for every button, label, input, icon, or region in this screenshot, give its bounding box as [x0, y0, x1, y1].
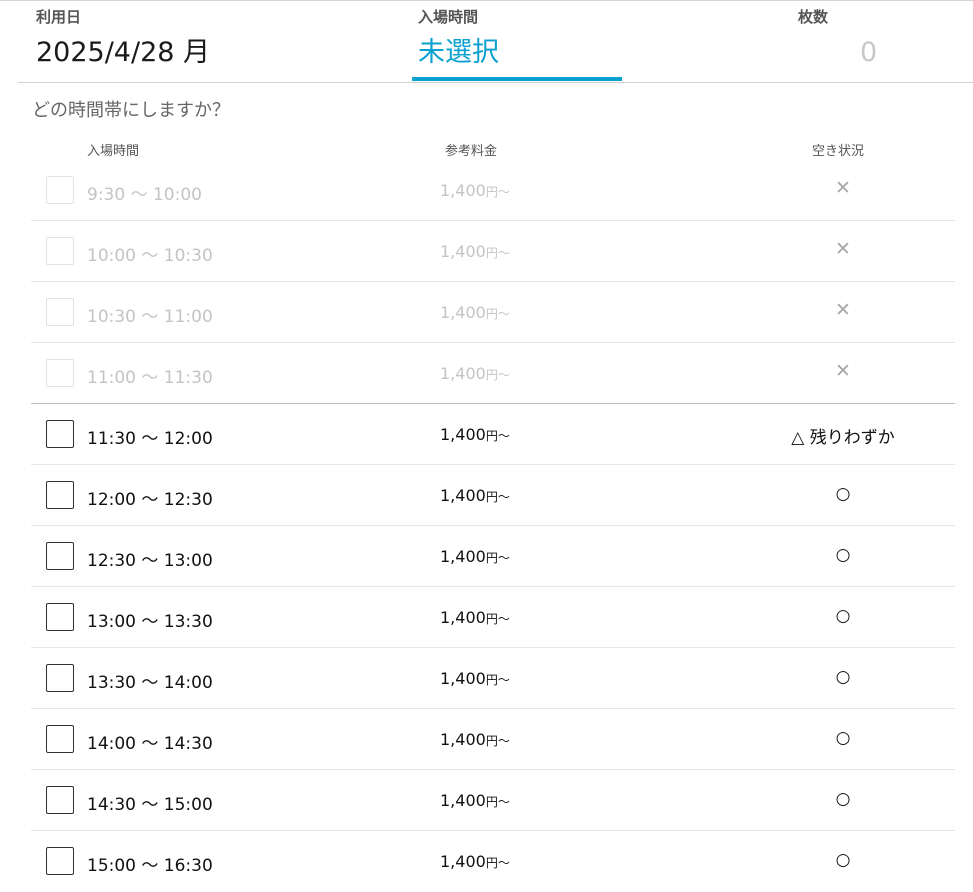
- time-slot-row: 10:00 〜 10:30 1,400円〜 ✕: [31, 221, 955, 282]
- price-amount: 1,400: [440, 608, 486, 627]
- time-slot-time: 10:30 〜 11:00: [87, 307, 213, 327]
- ticket-count-value[interactable]: 0: [860, 34, 877, 72]
- time-slot-price: 1,400円〜: [440, 303, 510, 322]
- time-slot-price: 1,400円〜: [440, 608, 510, 627]
- time-slot-time: 15:00 〜 16:30: [87, 856, 213, 876]
- column-header-price: 参考料金: [445, 144, 498, 159]
- time-slot-row[interactable]: 12:30 〜 13:00 1,400円〜 ○: [31, 526, 955, 587]
- price-amount: 1,400: [440, 547, 486, 566]
- question-heading: どの時間帯にしますか？: [32, 100, 230, 121]
- time-slot-row[interactable]: 11:30 〜 12:00 1,400円〜 △ 残りわずか: [31, 404, 955, 465]
- time-slot-price: 1,400円〜: [440, 547, 510, 566]
- time-slot-price: 1,400円〜: [440, 791, 510, 810]
- time-slot-checkbox[interactable]: [46, 603, 74, 631]
- time-slot-row[interactable]: 13:30 〜 14:00 1,400円〜 ○: [31, 648, 955, 709]
- time-slot-price: 1,400円〜: [440, 181, 510, 200]
- time-slot-checkbox: [46, 176, 74, 204]
- price-unit: 円〜: [485, 246, 510, 260]
- price-unit: 円〜: [485, 368, 510, 382]
- time-slot-row: 11:00 〜 11:30 1,400円〜 ✕: [31, 343, 955, 404]
- time-slot-checkbox[interactable]: [46, 420, 74, 448]
- price-amount: 1,400: [440, 669, 486, 688]
- availability-status-text: ✕: [835, 360, 851, 382]
- time-slot-time: 11:30 〜 12:00: [87, 429, 213, 449]
- time-slot-time: 12:30 〜 13:00: [87, 551, 213, 571]
- time-slot-row[interactable]: 12:00 〜 12:30 1,400円〜 ○: [31, 465, 955, 526]
- summary-divider: [18, 82, 973, 83]
- price-unit: 円〜: [485, 429, 510, 443]
- time-slot-list: 9:30 〜 10:00 1,400円〜 ✕ 10:00 〜 10:30 1,400円〜…: [31, 160, 955, 892]
- time-slot-time: 12:00 〜 12:30: [87, 490, 213, 510]
- price-amount: 1,400: [440, 425, 486, 444]
- availability-status-text: ○: [835, 545, 851, 565]
- price-unit: 円〜: [485, 490, 510, 504]
- price-unit: 円〜: [485, 856, 510, 870]
- price-unit: 円〜: [485, 185, 510, 199]
- availability-status-text: ✕: [835, 177, 851, 199]
- date-label: 利用日: [36, 8, 82, 26]
- price-unit: 円〜: [485, 673, 510, 687]
- time-slot-price: 1,400円〜: [440, 364, 510, 383]
- time-slot-row: 9:30 〜 10:00 1,400円〜 ✕: [31, 160, 955, 221]
- time-slot-checkbox[interactable]: [46, 847, 74, 875]
- availability-status-text: △ 残りわずか: [791, 428, 895, 448]
- entry-time-label: 入場時間: [418, 8, 479, 26]
- price-amount: 1,400: [440, 364, 486, 383]
- time-slot-checkbox[interactable]: [46, 542, 74, 570]
- time-slot-price: 1,400円〜: [440, 486, 510, 505]
- availability-status-text: ○: [835, 728, 851, 748]
- price-amount: 1,400: [440, 486, 486, 505]
- time-slot-price: 1,400円〜: [440, 425, 510, 444]
- time-slot-checkbox: [46, 359, 74, 387]
- time-slot-row[interactable]: 14:00 〜 14:30 1,400円〜 ○: [31, 709, 955, 770]
- time-slot-row[interactable]: 13:00 〜 13:30 1,400円〜 ○: [31, 587, 955, 648]
- time-slot-price: 1,400円〜: [440, 242, 510, 261]
- time-slot-checkbox: [46, 237, 74, 265]
- price-amount: 1,400: [440, 852, 486, 871]
- column-header-entry-time: 入場時間: [87, 144, 140, 159]
- price-unit: 円〜: [485, 551, 510, 565]
- price-amount: 1,400: [440, 303, 486, 322]
- time-slot-row[interactable]: 15:00 〜 16:30 1,400円〜 ○: [31, 831, 955, 892]
- price-amount: 1,400: [440, 730, 486, 749]
- time-slot-time: 9:30 〜 10:00: [87, 185, 202, 205]
- time-slot-time: 14:30 〜 15:00: [87, 795, 213, 815]
- ticket-count-label: 枚数: [798, 8, 829, 26]
- price-unit: 円〜: [485, 612, 510, 626]
- time-slot-row[interactable]: 14:30 〜 15:00 1,400円〜 ○: [31, 770, 955, 831]
- price-unit: 円〜: [485, 307, 510, 321]
- time-slot-checkbox[interactable]: [46, 786, 74, 814]
- time-slot-time: 11:00 〜 11:30: [87, 368, 213, 388]
- time-slot-checkbox: [46, 298, 74, 326]
- active-step-underline: [412, 77, 622, 81]
- time-slot-price: 1,400円〜: [440, 669, 510, 688]
- price-amount: 1,400: [440, 791, 486, 810]
- time-slot-time: 13:00 〜 13:30: [87, 612, 213, 632]
- time-slot-checkbox[interactable]: [46, 725, 74, 753]
- availability-status-text: ○: [835, 606, 851, 626]
- price-unit: 円〜: [485, 734, 510, 748]
- time-slot-price: 1,400円〜: [440, 852, 510, 871]
- price-amount: 1,400: [440, 181, 486, 200]
- booking-summary: 利用日 2025/4/28 月 入場時間 未選択 枚数 0: [0, 0, 973, 83]
- date-value[interactable]: 2025/4/28 月: [36, 34, 210, 72]
- time-slot-price: 1,400円〜: [440, 730, 510, 749]
- time-slot-checkbox[interactable]: [46, 664, 74, 692]
- time-slot-checkbox[interactable]: [46, 481, 74, 509]
- time-slot-time: 13:30 〜 14:00: [87, 673, 213, 693]
- price-unit: 円〜: [485, 795, 510, 809]
- availability-status-text: ○: [835, 850, 851, 870]
- time-slot-row: 10:30 〜 11:00 1,400円〜 ✕: [31, 282, 955, 343]
- entry-time-value[interactable]: 未選択: [418, 34, 499, 72]
- column-header-availability: 空き状況: [812, 144, 865, 159]
- availability-status-text: ○: [835, 484, 851, 504]
- price-amount: 1,400: [440, 242, 486, 261]
- availability-status-text: ○: [835, 789, 851, 809]
- availability-status-text: ✕: [835, 238, 851, 260]
- availability-status-text: ✕: [835, 299, 851, 321]
- availability-status-text: ○: [835, 667, 851, 687]
- time-slot-time: 10:00 〜 10:30: [87, 246, 213, 266]
- time-slot-time: 14:00 〜 14:30: [87, 734, 213, 754]
